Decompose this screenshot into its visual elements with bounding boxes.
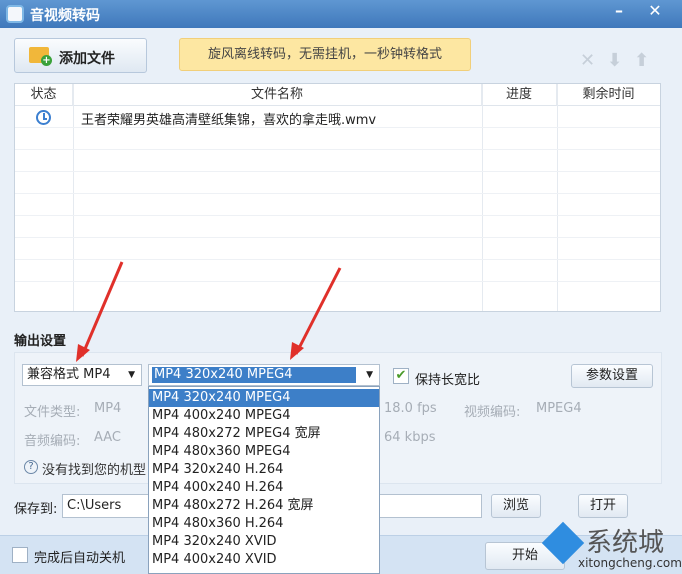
profile-option[interactable]: MP4 320x240 XVID (149, 533, 379, 551)
file-type-label: 文件类型: (24, 405, 81, 420)
header-status: 状态 (15, 84, 73, 106)
chevron-down-icon: ▼ (128, 370, 135, 380)
clock-icon (36, 110, 51, 125)
video-codec-label: 视频编码: (464, 405, 521, 420)
profile-dropdown-list[interactable]: MP4 320x240 MPEG4 MP4 400x240 MPEG4 MP4 48… (148, 386, 380, 574)
profile-option[interactable]: MP4 480x272 MPEG4 宽屏 (149, 425, 379, 443)
file-name: 王者荣耀男英雄高清壁纸集锦，喜欢的拿走哦.wmv (81, 113, 377, 128)
profile-option[interactable]: MP4 400x240 H.264 (149, 479, 379, 497)
fps-value: 18.0 fps (384, 401, 437, 416)
profile-option[interactable]: MP4 480x360 MPEG4 (149, 443, 379, 461)
bitrate-value: 64 kbps (384, 430, 436, 445)
window-title: 音视频转码 (30, 8, 100, 24)
output-settings-label: 输出设置 (14, 334, 67, 349)
audio-codec-value: AAC (94, 430, 121, 445)
profile-option[interactable]: MP4 400x240 XVID (149, 551, 379, 569)
profile-option[interactable]: MP4 320x240 H.264 (149, 461, 379, 479)
help-link[interactable]: 没有找到您的机型 (42, 459, 148, 478)
help-icon: ? (24, 460, 38, 474)
format-value: 兼容格式 MP4 (27, 367, 111, 382)
watermark-brand: 系统城 (586, 528, 665, 558)
plus-icon: + (41, 55, 52, 66)
move-up-icon[interactable]: ⬆ (634, 50, 649, 71)
open-folder-button[interactable]: 打开 (578, 494, 628, 518)
video-codec-value: MPEG4 (536, 401, 582, 416)
move-down-icon[interactable]: ⬇ (607, 50, 622, 71)
browse-button[interactable]: 浏览 (491, 494, 541, 518)
profile-option[interactable]: MP4 320x240 MPEG4 (149, 389, 379, 407)
profile-option[interactable]: MP4 400x240 MPEG4 (149, 407, 379, 425)
profile-option[interactable]: MP4 480x272 H.264 宽屏 (149, 497, 379, 515)
watermark-url: xitongcheng.com (578, 556, 682, 570)
header-filename: 文件名称 (73, 84, 482, 106)
profile-value: MP4 320x240 MPEG4 (152, 367, 356, 383)
minimize-button[interactable]: – (602, 0, 636, 24)
audio-codec-label: 音频编码: (24, 434, 81, 449)
delete-icon[interactable]: ✕ (580, 50, 595, 71)
close-button[interactable]: ✕ (638, 0, 672, 24)
keep-ratio-label: 保持长宽比 (415, 373, 481, 388)
params-settings-button[interactable]: 参数设置 (571, 364, 653, 388)
format-select[interactable]: 兼容格式 MP4 ▼ (22, 364, 142, 386)
chevron-down-icon: ▼ (366, 370, 373, 380)
profile-option[interactable]: MP4 480x360 H.264 (149, 515, 379, 533)
table-row[interactable]: 王者荣耀男英雄高清壁纸集锦，喜欢的拿走哦.wmv (15, 106, 660, 128)
title-bar: 音视频转码 – ✕ (0, 0, 682, 28)
save-to-label: 保存到: (14, 502, 58, 517)
header-progress: 进度 (482, 84, 557, 106)
add-file-button[interactable]: + 添加文件 (14, 38, 147, 73)
file-type-value: MP4 (94, 401, 122, 416)
app-icon (6, 5, 24, 23)
auto-shutdown-label: 完成后自动关机 (34, 551, 126, 566)
file-table: 状态 文件名称 进度 剩余时间 王者荣耀男英雄高清壁纸集锦，喜欢的拿走哦.wmv (14, 83, 661, 312)
header-remaining: 剩余时间 (557, 84, 660, 106)
promo-banner[interactable]: 旋风离线转码，无需挂机，一秒钟转格式 (179, 38, 471, 71)
auto-shutdown-checkbox[interactable] (12, 547, 28, 563)
add-file-label: 添加文件 (59, 51, 115, 67)
profile-select[interactable]: MP4 320x240 MPEG4 ▼ (148, 364, 380, 386)
keep-ratio-checkbox[interactable]: ✔ (393, 368, 409, 384)
